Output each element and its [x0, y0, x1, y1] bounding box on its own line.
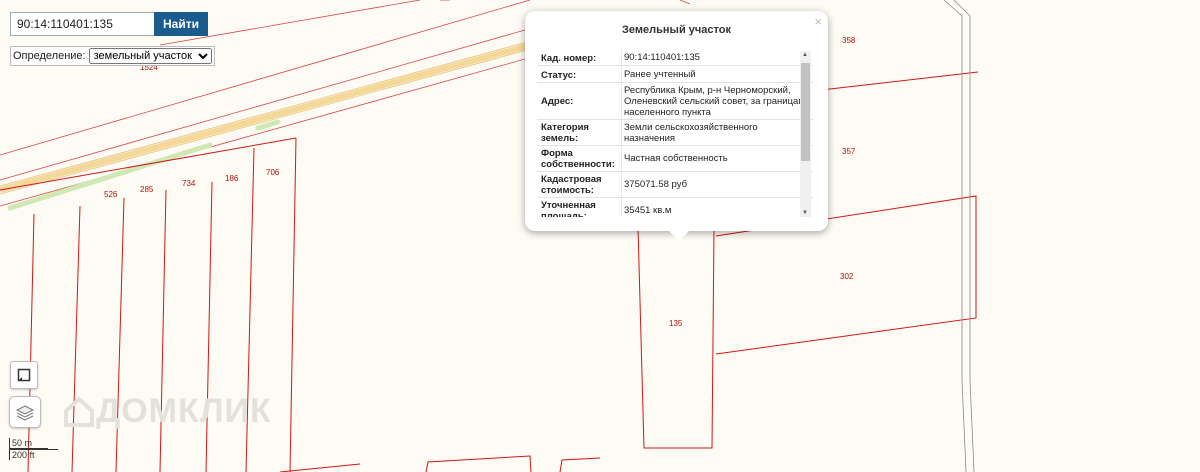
- parcel-label[interactable]: 358: [842, 36, 856, 45]
- definition-selector: Определение: земельный участок: [10, 46, 215, 66]
- info-key: Уточненная площадь:: [541, 200, 596, 217]
- info-value: 35451 кв.м: [621, 198, 813, 217]
- scale-metric: 50 m: [9, 438, 48, 449]
- layers-icon: [15, 405, 35, 421]
- search-bar: Найти: [10, 12, 210, 36]
- info-key: Адрес:: [541, 95, 574, 107]
- parcel-label[interactable]: 526: [104, 190, 118, 199]
- info-row: Кадастровая стоимость: 375071.58 руб: [537, 172, 813, 198]
- fullscreen-button[interactable]: [10, 361, 38, 389]
- house-logo-icon: [64, 395, 94, 427]
- scroll-thumb[interactable]: [801, 63, 810, 161]
- info-value: Республика Крым, р-н Черноморский, Олене…: [621, 83, 813, 119]
- info-value: Ранее учтенный: [621, 66, 813, 82]
- parcel-label[interactable]: 734: [182, 179, 196, 188]
- popup-scrollbar[interactable]: ▲ ▼: [800, 51, 811, 217]
- parcel-info-popup: Земельный участок × Кад. номер: 90:14:11…: [525, 11, 828, 241]
- info-value: Земли сельскохозяйственного назначения: [621, 120, 813, 145]
- parcel-label[interactable]: 302: [840, 272, 854, 281]
- cadastral-search-input[interactable]: [10, 12, 154, 36]
- info-key: Форма собственности:: [541, 148, 615, 170]
- parcel-label[interactable]: 135: [669, 319, 683, 328]
- info-key: Категория земель:: [541, 122, 589, 144]
- info-row: Категория земель: Земли сельскохозяйстве…: [537, 120, 813, 146]
- info-value: 90:14:110401:135: [621, 49, 813, 65]
- watermark-text: ДОМКЛИК: [96, 392, 272, 430]
- parcel-label[interactable]: 706: [266, 168, 280, 177]
- info-key: Статус:: [541, 70, 577, 81]
- search-button[interactable]: Найти: [154, 12, 208, 36]
- info-row: Статус: Ранее учтенный: [537, 66, 813, 83]
- layers-button[interactable]: [9, 396, 41, 428]
- definition-label: Определение:: [13, 50, 86, 62]
- info-value: 375071.58 руб: [621, 172, 813, 197]
- info-key: Кад. номер:: [541, 53, 597, 64]
- scroll-up-icon[interactable]: ▲: [802, 52, 808, 58]
- info-row: Уточненная площадь: 35451 кв.м: [537, 198, 813, 217]
- info-row: Форма собственности: Частная собственнос…: [537, 146, 813, 172]
- parcel-label[interactable]: 285: [140, 185, 154, 194]
- definition-select[interactable]: земельный участок: [88, 48, 212, 64]
- parcel-label[interactable]: 357: [842, 147, 856, 156]
- info-row: Кад. номер: 90:14:110401:135: [537, 49, 813, 66]
- close-icon[interactable]: ×: [814, 14, 822, 29]
- scroll-down-icon[interactable]: ▼: [802, 210, 808, 216]
- info-row: Адрес: Республика Крым, р-н Черноморский…: [537, 83, 813, 120]
- info-key: Кадастровая стоимость:: [541, 174, 602, 196]
- popup-info-table: Кад. номер: 90:14:110401:135 Статус: Ран…: [537, 49, 813, 217]
- fullscreen-icon: [17, 368, 31, 382]
- info-value: Частная собственность: [621, 146, 813, 171]
- popup-title: Земельный участок: [622, 24, 731, 36]
- scale-imperial: 200 ft: [9, 449, 58, 460]
- parcel-label[interactable]: 186: [225, 174, 239, 183]
- gray-boundary: [943, 0, 975, 472]
- domclick-watermark: ДОМКЛИК: [62, 392, 272, 431]
- scale-bar: 50 m 200 ft: [9, 438, 58, 460]
